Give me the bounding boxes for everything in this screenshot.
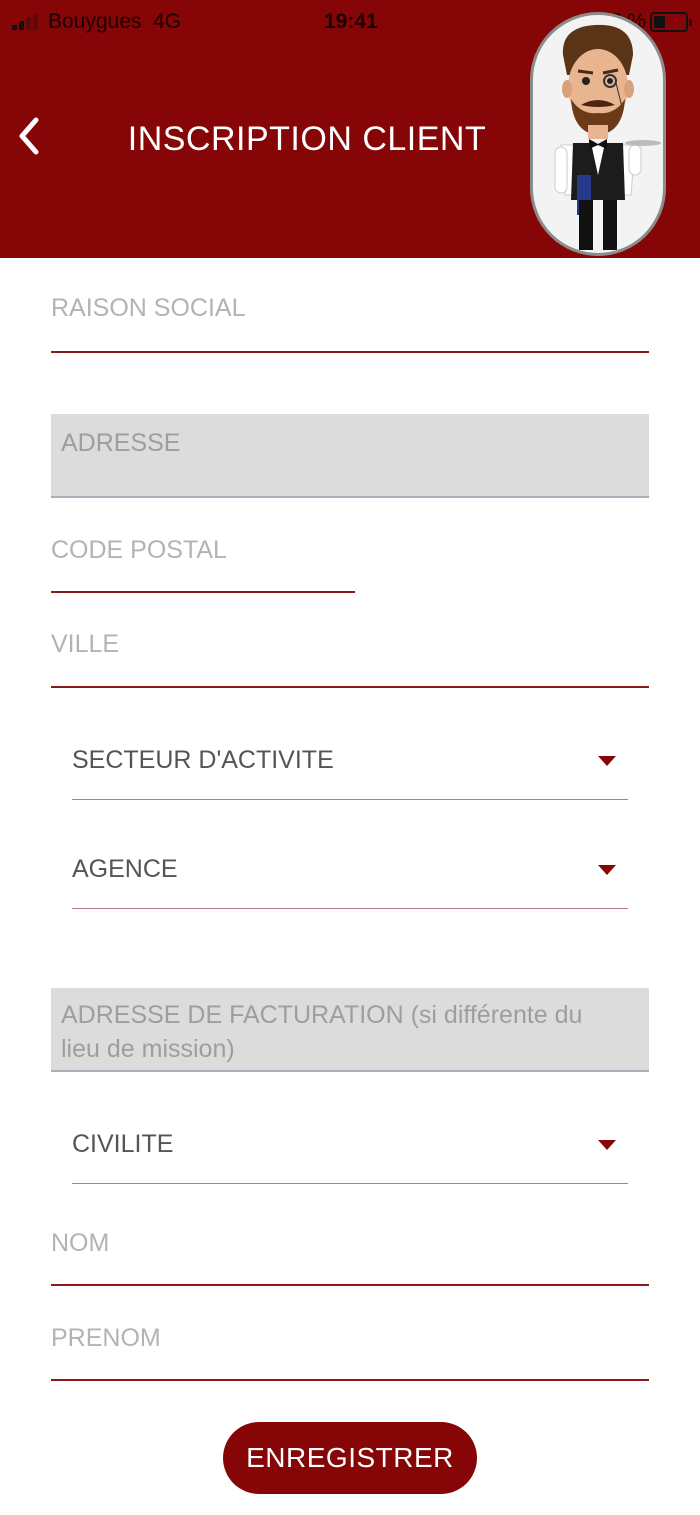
civilite-label: CIVILITE <box>72 1130 174 1158</box>
nom-field[interactable]: NOM <box>51 1225 649 1286</box>
prenom-placeholder: PRENOM <box>51 1324 161 1352</box>
adresse-facturation-placeholder: ADRESSE DE FACTURATION (si différente du… <box>61 1001 583 1063</box>
field-underline <box>51 591 355 593</box>
civilite-select[interactable]: CIVILITE <box>72 1124 628 1184</box>
enregistrer-button[interactable]: ENREGISTRER <box>223 1422 477 1494</box>
signal-icon <box>12 14 42 30</box>
page-title: INSCRIPTION CLIENT <box>127 120 487 158</box>
adresse-field[interactable]: ADRESSE <box>51 414 649 498</box>
adresse-placeholder: ADRESSE <box>61 429 181 457</box>
adresse-facturation-field[interactable]: ADRESSE DE FACTURATION (si différente du… <box>51 988 649 1072</box>
ville-field[interactable]: VILLE <box>51 626 649 688</box>
carrier-label: Bouygues 4G <box>48 10 182 33</box>
secteur-activite-label: SECTEUR D'ACTIVITE <box>72 746 334 774</box>
dropdown-caret-icon <box>598 1140 616 1150</box>
field-underline <box>51 686 649 688</box>
clock: 19:41 <box>324 10 378 33</box>
field-underline <box>51 1284 649 1286</box>
battery-icon <box>650 12 692 32</box>
dropdown-caret-icon <box>598 865 616 875</box>
agence-label: AGENCE <box>72 855 178 883</box>
code-postal-placeholder: CODE POSTAL <box>51 536 227 564</box>
ville-placeholder: VILLE <box>51 630 120 658</box>
field-underline <box>51 351 649 353</box>
field-underline <box>51 1379 649 1381</box>
raison-social-field[interactable]: RAISON SOCIAL <box>51 290 649 353</box>
raison-social-placeholder: RAISON SOCIAL <box>51 294 246 322</box>
code-postal-field[interactable]: CODE POSTAL <box>51 532 355 593</box>
secteur-activite-select[interactable]: SECTEUR D'ACTIVITE <box>72 740 628 800</box>
prenom-field[interactable]: PRENOM <box>51 1320 649 1381</box>
agence-select[interactable]: AGENCE <box>72 849 628 909</box>
dropdown-caret-icon <box>598 756 616 766</box>
waiter-mascot-icon <box>530 12 666 256</box>
nom-placeholder: NOM <box>51 1229 110 1257</box>
app-header: Bouygues 4G 19:41 37 % INSCRIPTION CLIEN… <box>0 0 700 258</box>
